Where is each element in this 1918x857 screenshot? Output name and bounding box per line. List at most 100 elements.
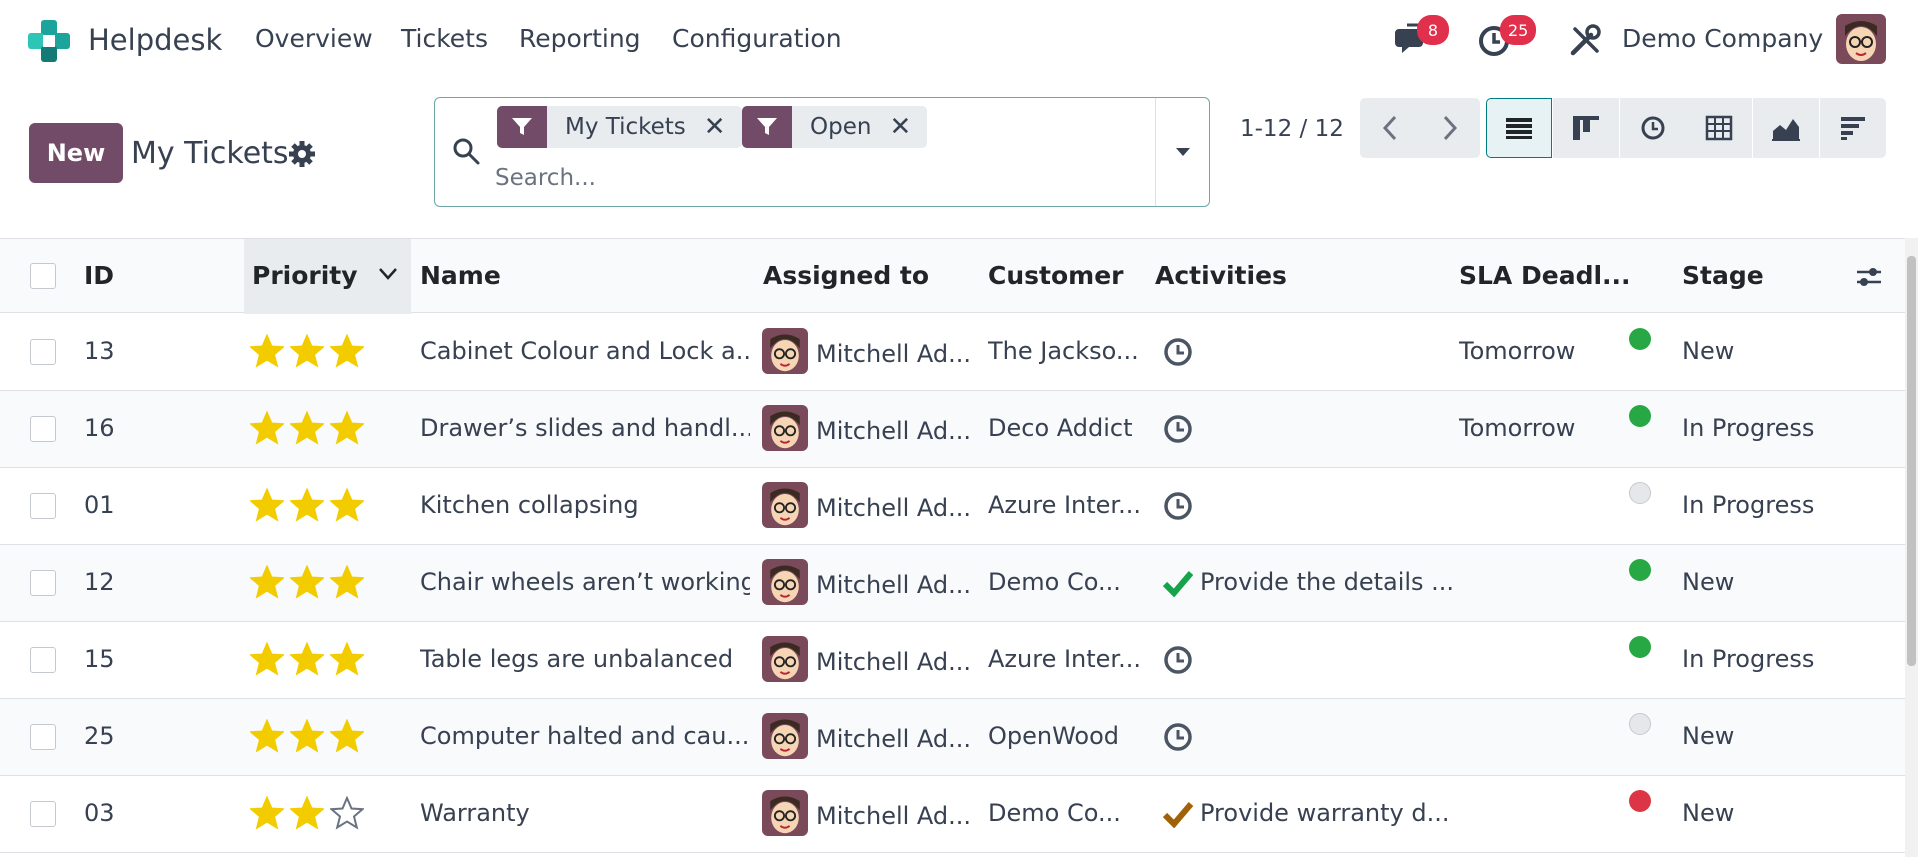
star-filled-icon[interactable] <box>290 411 324 445</box>
star-filled-icon[interactable] <box>250 796 284 830</box>
search-options-toggle[interactable] <box>1155 98 1209 206</box>
table-row[interactable]: 15 Table legs are unbalanced Mitchell Ad… <box>0 622 1905 699</box>
row-checkbox[interactable] <box>30 493 56 519</box>
activities-button[interactable]: 25 <box>1476 15 1537 61</box>
star-empty-icon[interactable] <box>330 796 364 830</box>
star-filled-icon[interactable] <box>290 334 324 368</box>
priority-stars[interactable] <box>250 488 364 522</box>
company-switcher[interactable]: Demo Company <box>1622 24 1823 53</box>
star-filled-icon[interactable] <box>250 488 284 522</box>
scrollbar-thumb[interactable] <box>1907 256 1916 666</box>
star-filled-icon[interactable] <box>250 411 284 445</box>
star-filled-icon[interactable] <box>330 411 364 445</box>
menu-reporting[interactable]: Reporting <box>519 24 641 53</box>
clock-icon[interactable] <box>1162 336 1194 368</box>
messages-button[interactable]: 8 <box>1393 15 1449 61</box>
star-filled-icon[interactable] <box>330 488 364 522</box>
table-row[interactable]: 03 Warranty Mitchell Ad... Demo Co... Pr… <box>0 776 1905 853</box>
kanban-status-dot[interactable] <box>1629 482 1651 504</box>
star-filled-icon[interactable] <box>250 719 284 753</box>
vertical-scrollbar[interactable] <box>1905 238 1918 857</box>
gear-icon[interactable] <box>288 140 316 168</box>
star-filled-icon[interactable] <box>290 565 324 599</box>
assignee-avatar[interactable] <box>762 790 808 836</box>
star-filled-icon[interactable] <box>290 796 324 830</box>
row-checkbox[interactable] <box>30 647 56 673</box>
star-filled-icon[interactable] <box>250 565 284 599</box>
activity-summary[interactable]: Provide the details ... <box>1200 568 1454 596</box>
checkmark-icon[interactable] <box>1162 569 1194 597</box>
table-row[interactable]: 13 Cabinet Colour and Lock a... Mitchell… <box>0 314 1905 391</box>
kanban-status-dot[interactable] <box>1629 328 1651 350</box>
list-view-button[interactable] <box>1486 98 1552 158</box>
priority-stars[interactable] <box>250 565 364 599</box>
priority-stars[interactable] <box>250 719 364 753</box>
priority-stars[interactable] <box>250 411 364 445</box>
star-filled-icon[interactable] <box>290 642 324 676</box>
row-checkbox[interactable] <box>30 570 56 596</box>
column-header-activities[interactable]: Activities <box>1155 261 1287 290</box>
new-button[interactable]: New <box>29 123 123 183</box>
kanban-status-dot[interactable] <box>1629 713 1651 735</box>
priority-stars[interactable] <box>250 334 364 368</box>
menu-configuration[interactable]: Configuration <box>672 24 842 53</box>
assignee-avatar[interactable] <box>762 713 808 759</box>
column-header-name[interactable]: Name <box>420 261 501 290</box>
row-checkbox[interactable] <box>30 339 56 365</box>
priority-stars[interactable] <box>250 642 364 676</box>
star-filled-icon[interactable] <box>330 642 364 676</box>
menu-tickets[interactable]: Tickets <box>401 24 488 53</box>
row-checkbox[interactable] <box>30 724 56 750</box>
pager-next-button[interactable] <box>1420 98 1480 158</box>
star-filled-icon[interactable] <box>290 719 324 753</box>
column-header-id[interactable]: ID <box>84 261 114 290</box>
column-header-assigned[interactable]: Assigned to <box>763 261 929 290</box>
star-filled-icon[interactable] <box>330 719 364 753</box>
star-filled-icon[interactable] <box>250 334 284 368</box>
debug-tools-button[interactable] <box>1565 19 1607 61</box>
kanban-status-dot[interactable] <box>1629 790 1651 812</box>
column-header-customer[interactable]: Customer <box>988 261 1124 290</box>
star-filled-icon[interactable] <box>250 642 284 676</box>
table-row[interactable]: 25 Computer halted and cau... Mitchell A… <box>0 699 1905 776</box>
row-checkbox[interactable] <box>30 801 56 827</box>
cohort-view-button[interactable] <box>1820 98 1886 158</box>
table-row[interactable]: 16 Drawer’s slides and handl... Mitchell… <box>0 391 1905 468</box>
assignee-avatar[interactable] <box>762 328 808 374</box>
menu-overview[interactable]: Overview <box>255 24 373 53</box>
pivot-view-button[interactable] <box>1686 98 1752 158</box>
kanban-status-dot[interactable] <box>1629 636 1651 658</box>
column-header-sla[interactable]: SLA Deadl... <box>1459 261 1631 290</box>
app-brand[interactable]: Helpdesk <box>26 18 222 64</box>
clock-icon[interactable] <box>1162 644 1194 676</box>
clock-icon[interactable] <box>1162 721 1194 753</box>
table-row[interactable]: 01 Kitchen collapsing Mitchell Ad... Azu… <box>0 468 1905 545</box>
optional-columns-icon[interactable] <box>1855 265 1883 289</box>
pager-previous-button[interactable] <box>1360 98 1420 158</box>
activity-view-button[interactable] <box>1620 98 1686 158</box>
column-header-stage[interactable]: Stage <box>1682 261 1764 290</box>
close-icon[interactable]: ✕ <box>889 112 927 142</box>
pager-value[interactable]: 1-12 / 12 <box>1240 116 1344 142</box>
assignee-avatar[interactable] <box>762 405 808 451</box>
activity-summary[interactable]: Provide warranty d... <box>1200 799 1450 827</box>
user-avatar[interactable] <box>1836 14 1886 64</box>
star-filled-icon[interactable] <box>330 565 364 599</box>
priority-stars[interactable] <box>250 796 364 830</box>
search-input[interactable] <box>495 160 1075 196</box>
checkmark-icon[interactable] <box>1162 800 1194 828</box>
graph-view-button[interactable] <box>1753 98 1819 158</box>
assignee-avatar[interactable] <box>762 636 808 682</box>
row-checkbox[interactable] <box>30 416 56 442</box>
assignee-avatar[interactable] <box>762 559 808 605</box>
assignee-avatar[interactable] <box>762 482 808 528</box>
table-row[interactable]: 12 Chair wheels aren’t working Mitchell … <box>0 545 1905 622</box>
clock-icon[interactable] <box>1162 413 1194 445</box>
kanban-status-dot[interactable] <box>1629 559 1651 581</box>
kanban-view-button[interactable] <box>1553 98 1619 158</box>
select-all-checkbox[interactable] <box>30 263 56 289</box>
kanban-status-dot[interactable] <box>1629 405 1651 427</box>
clock-icon[interactable] <box>1162 490 1194 522</box>
star-filled-icon[interactable] <box>290 488 324 522</box>
star-filled-icon[interactable] <box>330 334 364 368</box>
